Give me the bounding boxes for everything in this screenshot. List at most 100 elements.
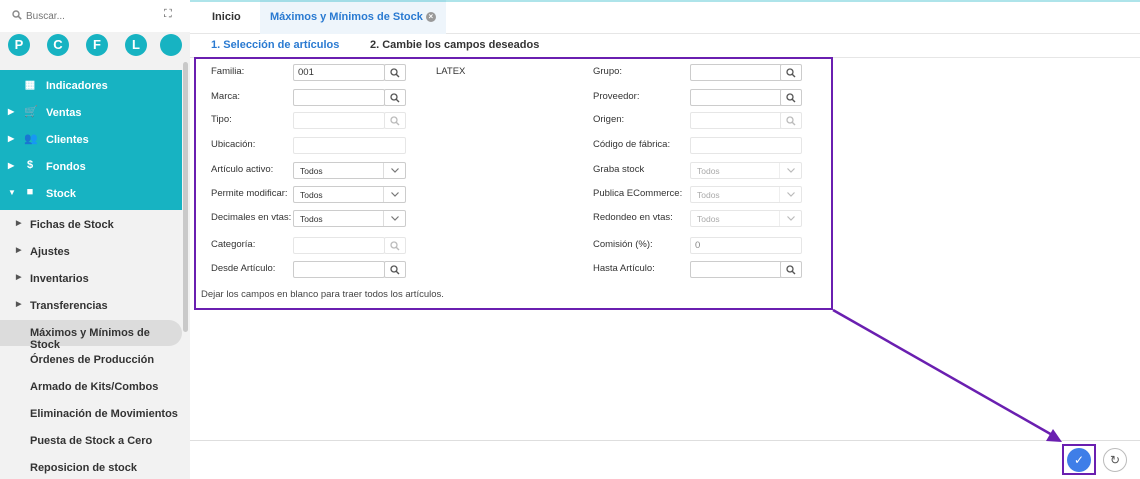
close-tab-icon[interactable]: × <box>425 12 436 23</box>
search-icon <box>786 93 796 103</box>
proveedor-label: Proveedor: <box>593 91 640 102</box>
submenu-item-puesta-stock-cero[interactable]: Puesta de Stock a Cero <box>0 428 182 454</box>
submenu-item-fichas-de-stock[interactable]: ▶ Fichas de Stock <box>0 212 182 238</box>
people-icon: 👥 <box>24 133 38 145</box>
chevron-down-icon <box>779 187 801 202</box>
grupo-label: Grupo: <box>593 66 623 77</box>
hasta-articulo-input[interactable] <box>690 261 782 278</box>
menu-item-fondos[interactable]: ▶ $ Fondos <box>0 154 182 180</box>
submenu-item-transferencias[interactable]: ▶ Transferencias <box>0 293 182 319</box>
submenu-item-ajustes[interactable]: ▶ Ajustes <box>0 239 182 265</box>
chevron-down-icon <box>383 211 405 226</box>
tab-inicio[interactable]: Inicio <box>212 0 241 34</box>
tipo-input[interactable] <box>293 112 385 129</box>
grupo-lookup-button[interactable] <box>780 64 802 81</box>
select-value: Todos <box>697 166 720 176</box>
submenu-item-label: Reposicion de stock <box>30 462 137 474</box>
search-icon <box>786 68 796 78</box>
caret-down-icon: ▼ <box>8 188 16 197</box>
caret-right-icon: ▶ <box>8 161 15 170</box>
permite-modificar-select[interactable]: Todos <box>293 186 406 203</box>
marca-lookup-button[interactable] <box>384 89 406 106</box>
chevron-down-icon <box>383 163 405 178</box>
chevron-down-icon <box>779 211 801 226</box>
quick-access-c[interactable]: C <box>47 34 69 56</box>
desde-articulo-lookup-button[interactable] <box>384 261 406 278</box>
familia-lookup-button[interactable] <box>384 64 406 81</box>
check-icon: ✓ <box>1073 453 1085 467</box>
menu-item-clientes[interactable]: ▶ 👥 Clientes <box>0 127 182 153</box>
step-cambie-campos[interactable]: 2. Cambie los campos deseados <box>370 39 539 51</box>
submenu-item-reposicion-stock[interactable]: Reposicion de stock <box>0 455 182 479</box>
sidebar: ⛶ P C F L ▦ Indicadores ▶ 🛒 Ventas ▶ 👥 C… <box>0 0 190 479</box>
submenu-item-label: Órdenes de Producción <box>30 354 155 366</box>
submenu-item-inventarios[interactable]: ▶ Inventarios <box>0 266 182 292</box>
marca-label: Marca: <box>211 91 241 102</box>
confirm-button[interactable]: ✓ <box>1067 448 1091 472</box>
proveedor-input[interactable] <box>690 89 782 106</box>
search-box: ⛶ <box>0 0 190 32</box>
submenu-item-maximos-minimos[interactable]: Máximos y Mínimos de Stock <box>0 320 182 351</box>
categoria-lookup-button[interactable] <box>384 237 406 254</box>
marca-input[interactable] <box>293 89 385 106</box>
tab-bar: Inicio Máximos y Mínimos de Stock × <box>190 0 1140 34</box>
quick-access-l[interactable]: L <box>125 34 147 56</box>
origen-lookup-button[interactable] <box>780 112 802 129</box>
quick-access-blank[interactable] <box>160 34 182 56</box>
tab-maximos-minimos[interactable]: Máximos y Mínimos de Stock × <box>260 0 446 34</box>
publica-ecommerce-select[interactable]: Todos <box>690 186 802 203</box>
refresh-button[interactable]: ↻ <box>1103 448 1127 472</box>
categoria-input[interactable] <box>293 237 385 254</box>
submenu-item-label: Ajustes <box>30 246 70 258</box>
search-input[interactable] <box>26 6 146 26</box>
tipo-label: Tipo: <box>211 114 232 125</box>
submenu-item-label: Armado de Kits/Combos <box>30 381 159 393</box>
grupo-input[interactable] <box>690 64 782 81</box>
hasta-articulo-lookup-button[interactable] <box>780 261 802 278</box>
quick-access-p[interactable]: P <box>8 34 30 56</box>
submenu-item-ordenes-produccion[interactable]: Órdenes de Producción <box>0 347 182 373</box>
menu-item-indicadores[interactable]: ▦ Indicadores <box>0 73 182 99</box>
tipo-lookup-button[interactable] <box>384 112 406 129</box>
wizard-steps: 1. Selección de artículos 2. Cambie los … <box>190 34 1140 58</box>
menu-item-label: Clientes <box>46 134 89 146</box>
select-value: Todos <box>300 214 323 224</box>
search-icon <box>390 93 400 103</box>
menu-item-ventas[interactable]: ▶ 🛒 Ventas <box>0 100 182 126</box>
publica-ecommerce-label: Publica ECommerce: <box>593 188 683 199</box>
submenu-item-eliminacion-movimientos[interactable]: Eliminación de Movimientos <box>0 401 182 427</box>
submenu-item-label: Fichas de Stock <box>30 219 114 231</box>
graba-stock-label: Graba stock <box>593 164 645 175</box>
ubicacion-input[interactable] <box>293 137 406 154</box>
select-value: Todos <box>300 190 323 200</box>
origen-input[interactable] <box>690 112 782 129</box>
chevron-down-icon <box>383 187 405 202</box>
caret-right-icon: ▶ <box>16 220 22 227</box>
proveedor-lookup-button[interactable] <box>780 89 802 106</box>
submenu-item-label: Puesta de Stock a Cero <box>30 435 153 447</box>
step-seleccion-articulos[interactable]: 1. Selección de artículos <box>211 39 339 51</box>
graba-stock-select[interactable]: Todos <box>690 162 802 179</box>
desde-articulo-input[interactable] <box>293 261 385 278</box>
codigo-fabrica-input[interactable] <box>690 137 802 154</box>
categoria-label: Categoría: <box>211 239 256 250</box>
submenu-item-armado-kits[interactable]: Armado de Kits/Combos <box>0 374 182 400</box>
decimales-vtas-select[interactable]: Todos <box>293 210 406 227</box>
redondeo-vtas-select[interactable]: Todos <box>690 210 802 227</box>
search-icon <box>786 116 796 126</box>
menu-item-label: Ventas <box>46 107 82 119</box>
form-hint: Dejar los campos en blanco para traer to… <box>201 289 444 300</box>
comision-input[interactable]: 0 <box>690 237 802 254</box>
comision-label: Comisión (%): <box>593 239 653 250</box>
submenu-item-label: Inventarios <box>30 273 89 285</box>
sidebar-scrollbar[interactable] <box>183 62 188 332</box>
codigo-fabrica-label: Código de fábrica: <box>593 139 671 150</box>
menu-item-stock[interactable]: ▼ ■ Stock <box>0 181 182 207</box>
articulo-activo-select[interactable]: Todos <box>293 162 406 179</box>
tab-label: Inicio <box>212 11 241 23</box>
quick-access-f[interactable]: F <box>86 34 108 56</box>
familia-input[interactable]: 001 <box>293 64 385 81</box>
fullscreen-icon[interactable]: ⛶ <box>164 8 172 21</box>
dashboard-icon: ▦ <box>24 79 36 91</box>
dollar-icon: $ <box>26 159 34 171</box>
